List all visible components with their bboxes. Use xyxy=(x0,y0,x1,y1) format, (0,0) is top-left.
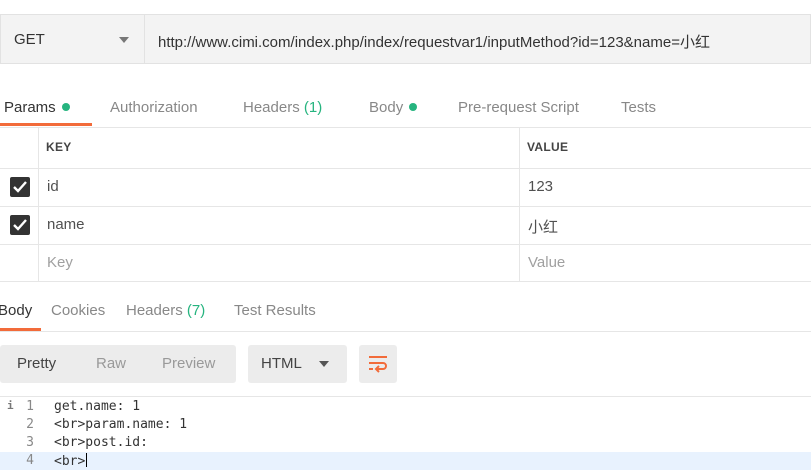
param-value: 小红 xyxy=(528,219,559,236)
value-placeholder: Value xyxy=(528,254,566,271)
row-check-cell xyxy=(0,244,39,281)
line-content-text: <br> xyxy=(54,454,86,469)
view-mode-group: Pretty Raw Preview xyxy=(0,345,236,383)
tab-test-results[interactable]: Test Results xyxy=(234,302,316,319)
line-content: <br>param.name: 1 xyxy=(54,417,188,432)
new-value-input[interactable]: Value xyxy=(519,244,811,281)
tab-authorization[interactable]: Authorization xyxy=(110,99,198,116)
active-tab-underline xyxy=(0,123,92,126)
column-header-value: VALUE xyxy=(527,140,569,154)
table-row-new: Key Value xyxy=(0,244,811,282)
tab-pre-request-script[interactable]: Pre-request Script xyxy=(458,99,579,116)
status-dot-icon xyxy=(61,103,70,111)
checkmark-icon xyxy=(13,181,27,193)
row-check-cell xyxy=(0,168,39,206)
value-cell[interactable]: 小红 xyxy=(519,206,811,244)
tab-body[interactable]: Body xyxy=(369,99,418,116)
chevron-down-icon xyxy=(319,361,329,367)
header-check-cell xyxy=(0,128,39,168)
tab-params-label: Params xyxy=(4,99,56,116)
response-body-editor[interactable]: i 1 get.name: 1 2 <br>param.name: 1 3 <b… xyxy=(0,396,811,471)
code-line: 3 <br>post.id: xyxy=(0,434,811,452)
format-label: HTML xyxy=(261,355,302,372)
value-cell[interactable]: 123 xyxy=(519,168,811,206)
text-cursor xyxy=(86,453,88,467)
params-table: KEY VALUE id 123 name 小红 Key Value xyxy=(0,128,811,282)
raw-button[interactable]: Raw xyxy=(96,355,126,372)
url-text: http://www.cimi.com/index.php/index/requ… xyxy=(158,34,710,51)
request-tabs: Params Authorization Headers (1) Body Pr… xyxy=(0,88,811,128)
checkbox[interactable] xyxy=(10,215,30,235)
tab-response-headers-label: Headers xyxy=(126,302,183,319)
tab-body-label: Body xyxy=(369,99,404,116)
param-key: name xyxy=(47,216,85,233)
wrap-lines-button[interactable] xyxy=(359,345,397,383)
table-row: name 小红 xyxy=(0,206,811,245)
table-row: id 123 xyxy=(0,168,811,207)
url-input[interactable]: http://www.cimi.com/index.php/index/requ… xyxy=(144,14,811,64)
key-cell[interactable]: id xyxy=(38,168,520,206)
tab-params[interactable]: Params xyxy=(4,99,70,116)
format-select[interactable]: HTML xyxy=(248,345,347,383)
wrap-lines-icon xyxy=(369,356,387,373)
line-number: 2 xyxy=(26,417,34,432)
param-key: id xyxy=(47,178,59,195)
line-number: 3 xyxy=(26,435,34,450)
response-toolbar: Pretty Raw Preview HTML xyxy=(0,332,811,396)
param-value: 123 xyxy=(528,178,554,195)
method-select[interactable]: GET xyxy=(0,14,144,64)
tab-response-headers[interactable]: Headers (7) xyxy=(126,302,205,319)
line-number: 1 xyxy=(26,399,34,414)
code-line: 2 <br>param.name: 1 xyxy=(0,416,811,434)
tab-response-headers-count: (7) xyxy=(186,302,206,319)
header-value-cell: VALUE xyxy=(519,128,811,168)
line-number: 4 xyxy=(26,453,34,468)
tab-headers-count: (1) xyxy=(303,99,323,116)
active-tab-underline xyxy=(0,328,41,331)
tab-headers[interactable]: Headers (1) xyxy=(243,99,322,116)
tab-cookies[interactable]: Cookies xyxy=(51,302,105,319)
pretty-button[interactable]: Pretty xyxy=(17,355,56,372)
line-content: <br> xyxy=(54,453,88,469)
key-cell[interactable]: name xyxy=(38,206,520,244)
line-content: <br>post.id: xyxy=(54,435,148,450)
key-placeholder: Key xyxy=(47,254,73,271)
table-header-row: KEY VALUE xyxy=(0,128,811,169)
new-key-input[interactable]: Key xyxy=(38,244,520,281)
row-check-cell xyxy=(0,206,39,244)
request-bar: GET http://www.cimi.com/index.php/index/… xyxy=(0,0,811,80)
status-dot-icon xyxy=(409,103,418,111)
method-label: GET xyxy=(14,31,45,48)
response-tabs: Body Cookies Headers (7) Test Results xyxy=(0,290,811,332)
code-line: i 1 get.name: 1 xyxy=(0,398,811,416)
code-line-current: 4 <br> xyxy=(0,452,811,470)
checkbox[interactable] xyxy=(10,177,30,197)
chevron-down-icon xyxy=(119,37,129,43)
tab-headers-label: Headers xyxy=(243,99,300,116)
tab-response-body[interactable]: Body xyxy=(0,302,32,319)
preview-button[interactable]: Preview xyxy=(162,355,215,372)
header-key-cell: KEY xyxy=(38,128,520,168)
column-header-key: KEY xyxy=(46,140,72,154)
checkmark-icon xyxy=(13,219,27,231)
tab-tests[interactable]: Tests xyxy=(621,99,656,116)
line-content: get.name: 1 xyxy=(54,399,141,414)
